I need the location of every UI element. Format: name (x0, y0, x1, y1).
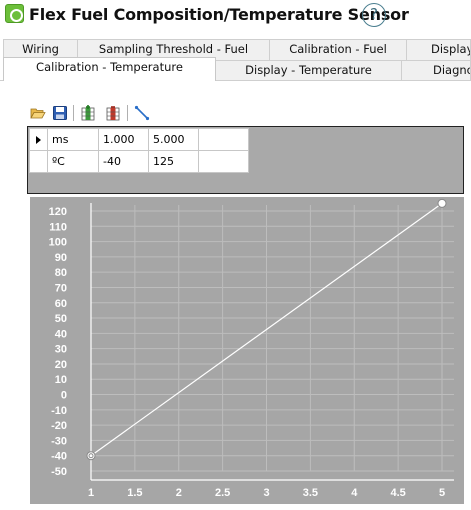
calibration-table: ms 1.000 5.000 ºC -40 125 (29, 128, 249, 173)
toolbar-separator (73, 105, 74, 121)
cell-degc-2[interactable]: 125 (148, 150, 199, 173)
add-column-icon[interactable] (80, 105, 96, 121)
x-tick-label: 4.5 (390, 487, 405, 499)
x-tick-label: 1.5 (127, 487, 142, 499)
x-tick-label: 2 (176, 487, 182, 499)
cell-ms-1[interactable]: 1.000 (98, 128, 149, 151)
tab-calibration-fuel[interactable]: Calibration - Fuel (269, 39, 407, 60)
y-tick-label: -40 (51, 451, 67, 463)
tab-diagnostics[interactable]: Diagno (401, 60, 471, 81)
current-row-arrow-icon (36, 136, 41, 144)
cell-ms-2[interactable]: 5.000 (148, 128, 199, 151)
table-row: ms 1.000 5.000 (29, 128, 249, 151)
delete-column-icon[interactable] (105, 105, 121, 121)
toolbar-separator (127, 105, 128, 121)
y-tick-label: 90 (55, 252, 67, 264)
y-tick-label: 80 (55, 267, 67, 279)
x-tick-label: 3.5 (303, 487, 318, 499)
y-tick-label: 30 (55, 344, 67, 356)
graph-line-icon[interactable] (134, 105, 150, 121)
y-tick-label: 110 (49, 221, 67, 233)
table-row: ºC -40 125 (29, 150, 249, 173)
cell-empty[interactable] (198, 150, 249, 173)
app-sensor-icon (5, 4, 24, 23)
row-selector[interactable] (29, 150, 48, 173)
y-tick-label: -20 (51, 420, 67, 432)
tab-display-temperature[interactable]: Display - Temperature (215, 60, 402, 81)
y-tick-label: 60 (55, 298, 67, 310)
y-tick-label: 0 (61, 390, 67, 402)
tab-calibration-temperature[interactable]: Calibration - Temperature (3, 57, 216, 81)
row-header-degc: ºC (47, 150, 99, 173)
y-tick-label: 10 (55, 374, 67, 386)
y-tick-label: -10 (51, 405, 67, 417)
x-tick-label: 4 (351, 487, 358, 499)
save-icon[interactable] (52, 105, 68, 121)
row-header-ms: ms (47, 128, 99, 151)
tab-display[interactable]: Display (406, 39, 471, 60)
x-tick-label: 1 (88, 487, 94, 499)
calibration-chart: 120 110 100 90 80 70 60 50 40 30 20 10 0 -10 -20 -30 -40… (30, 197, 464, 504)
calibration-grid-panel: ms 1.000 5.000 ºC -40 125 (27, 126, 464, 194)
title-bar: Flex Fuel Composition/Temperature Sensor… (0, 0, 471, 30)
y-tick-label: 50 (55, 313, 67, 325)
y-tick-label: 40 (55, 328, 67, 340)
help-button[interactable]: ? (362, 3, 386, 27)
cell-empty[interactable] (198, 128, 249, 151)
y-tick-label: -30 (51, 435, 67, 447)
y-tick-label: 20 (55, 359, 67, 371)
y-tick-label: 70 (55, 282, 67, 294)
calibration-line-chart: 1201101009080706050403020100-10-20-30-40… (49, 198, 454, 499)
x-tick-label: 5 (439, 487, 445, 499)
cell-degc-1[interactable]: -40 (98, 150, 149, 173)
x-tick-label: 3 (263, 487, 269, 499)
x-tick-label: 2.5 (215, 487, 230, 499)
y-tick-label: -50 (51, 466, 67, 478)
data-point (86, 451, 96, 461)
y-tick-label: 120 (49, 206, 67, 218)
window-title: Flex Fuel Composition/Temperature Sensor (29, 5, 409, 24)
y-tick-label: 100 (49, 237, 67, 249)
open-folder-icon[interactable] (30, 105, 46, 121)
data-point (437, 198, 447, 208)
row-selector[interactable] (29, 128, 48, 151)
